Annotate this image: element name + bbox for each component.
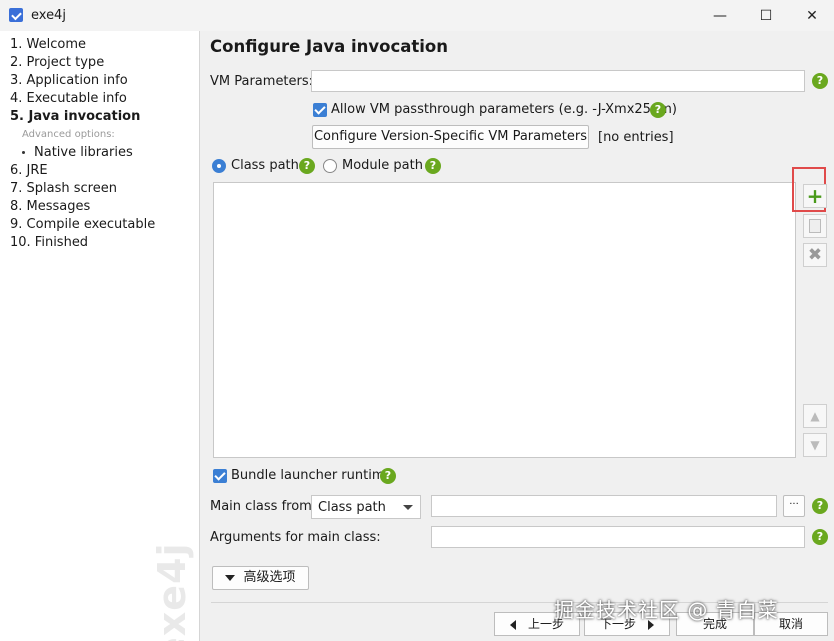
- step-finished[interactable]: 10. Finished: [10, 235, 88, 250]
- class-path-radio[interactable]: [212, 159, 226, 173]
- triangle-left-icon: [509, 619, 516, 630]
- bullet-icon: [22, 151, 25, 154]
- add-entry-button[interactable]: +: [803, 184, 827, 208]
- move-down-button[interactable]: ▼: [803, 433, 827, 457]
- step-project-type[interactable]: 2. Project type: [10, 55, 104, 70]
- version-entries-status: [no entries]: [598, 130, 674, 145]
- advanced-options-button-label: 高级选项: [243, 570, 296, 585]
- page-title: Configure Java invocation: [210, 37, 448, 56]
- browse-main-class-button[interactable]: ···: [783, 495, 805, 517]
- title-bar: exe4j — ☐ ✕: [0, 0, 834, 31]
- site-watermark: 掘金技术社区 @ 青白菜: [554, 598, 779, 622]
- vm-parameters-input[interactable]: [311, 70, 805, 92]
- module-path-label: Module path: [342, 158, 423, 173]
- wizard-steps-sidebar: 1. Welcome 2. Project type 3. Applicatio…: [0, 31, 200, 641]
- edit-entry-button[interactable]: [803, 214, 827, 238]
- configure-version-vm-button[interactable]: Configure Version-Specific VM Parameters: [312, 125, 589, 149]
- step-compile-executable[interactable]: 9. Compile executable: [10, 217, 155, 232]
- delete-icon: ✖: [807, 245, 823, 265]
- step-splash-screen[interactable]: 7. Splash screen: [10, 181, 117, 196]
- chevron-down-icon: [403, 505, 413, 510]
- help-icon[interactable]: ?: [425, 158, 441, 174]
- arguments-input[interactable]: [431, 526, 805, 548]
- main-class-source-value: Class path: [318, 500, 386, 515]
- advanced-options-label: Advanced options:: [22, 129, 115, 140]
- vm-parameters-label: VM Parameters:: [210, 74, 314, 89]
- main-class-from-label: Main class from: [210, 499, 312, 514]
- module-path-radio[interactable]: [323, 159, 337, 173]
- bundle-runtime-label: Bundle launcher runtime: [231, 468, 393, 483]
- maximize-button[interactable]: ☐: [743, 0, 789, 31]
- exe4j-app-icon: [9, 8, 23, 22]
- step-native-libraries[interactable]: Native libraries: [22, 145, 133, 160]
- main-panel: Configure Java invocation VM Parameters:…: [201, 31, 834, 641]
- passthrough-label: Allow VM passthrough parameters (e.g. -J…: [331, 102, 677, 117]
- step-messages[interactable]: 8. Messages: [10, 199, 90, 214]
- help-icon[interactable]: ?: [299, 158, 315, 174]
- help-icon[interactable]: ?: [650, 102, 666, 118]
- chevron-down-icon: ▼: [810, 438, 820, 452]
- exe4j-logo: exe4j: [150, 542, 194, 641]
- arguments-label: Arguments for main class:: [210, 530, 381, 545]
- step-welcome[interactable]: 1. Welcome: [10, 37, 86, 52]
- minimize-button[interactable]: —: [697, 0, 743, 31]
- step-java-invocation[interactable]: 5. Java invocation: [10, 109, 140, 124]
- window-title: exe4j: [31, 8, 66, 23]
- class-path-list[interactable]: [213, 182, 796, 458]
- bundle-runtime-checkbox[interactable]: [213, 469, 227, 483]
- passthrough-checkbox[interactable]: [313, 103, 327, 117]
- remove-entry-button[interactable]: ✖: [803, 243, 827, 267]
- main-class-input[interactable]: [431, 495, 777, 517]
- chevron-up-icon: ▲: [810, 409, 820, 423]
- move-up-button[interactable]: ▲: [803, 404, 827, 428]
- help-icon[interactable]: ?: [812, 498, 828, 514]
- class-path-label: Class path: [231, 158, 299, 173]
- main-class-source-select[interactable]: Class path: [311, 495, 421, 519]
- step-application-info[interactable]: 3. Application info: [10, 73, 128, 88]
- close-button[interactable]: ✕: [789, 0, 834, 31]
- help-icon[interactable]: ?: [812, 73, 828, 89]
- help-icon[interactable]: ?: [812, 529, 828, 545]
- step-jre[interactable]: 6. JRE: [10, 163, 48, 178]
- help-icon[interactable]: ?: [380, 468, 396, 484]
- advanced-options-button[interactable]: 高级选项: [212, 566, 309, 590]
- edit-icon: [809, 219, 821, 233]
- step-executable-info[interactable]: 4. Executable info: [10, 91, 127, 106]
- triangle-down-icon: [225, 574, 236, 581]
- step-native-libraries-label: Native libraries: [34, 145, 133, 160]
- plus-icon: +: [806, 184, 824, 208]
